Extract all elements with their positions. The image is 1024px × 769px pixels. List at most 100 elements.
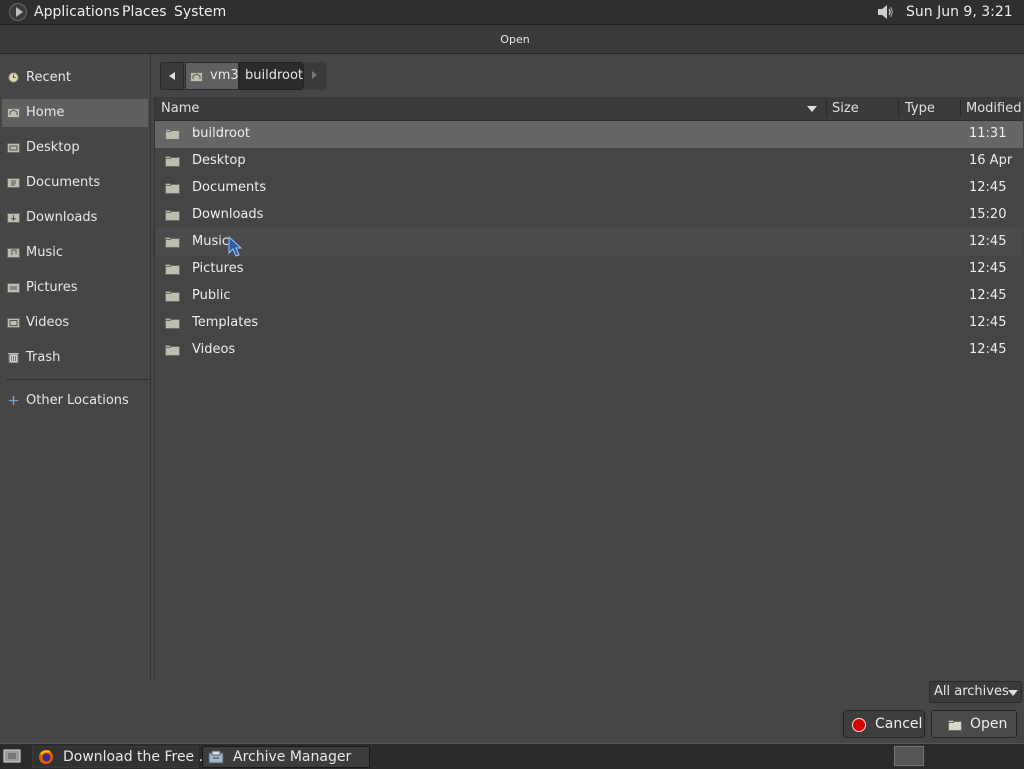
taskbar-item-archive-manager[interactable]: Archive Manager	[202, 746, 370, 768]
file-row[interactable]: Public 12:45	[155, 283, 1023, 310]
sidebar-item-recent[interactable]: Recent	[2, 64, 148, 92]
column-header: Name Size Type Modified	[155, 97, 1023, 121]
file-name: Downloads	[192, 207, 264, 222]
menu-places[interactable]: Places	[122, 0, 167, 24]
column-divider	[826, 100, 827, 117]
file-row[interactable]: Videos 12:45	[155, 337, 1023, 364]
folder-icon	[165, 129, 180, 140]
chevron-down-icon	[1008, 690, 1018, 696]
home-folder-icon	[7, 108, 20, 118]
file-row[interactable]: Documents 12:45	[155, 175, 1023, 202]
folder-icon	[7, 213, 20, 223]
pathbar-forward-button[interactable]	[304, 62, 326, 90]
file-row[interactable]: Templates 12:45	[155, 310, 1023, 337]
file-row[interactable]: Desktop 16 Apr	[155, 148, 1023, 175]
sidebar-item-label: Pictures	[26, 280, 78, 295]
folder-icon	[7, 283, 20, 293]
cancel-button[interactable]: Cancel	[843, 710, 925, 738]
file-modified: 12:45	[969, 180, 1007, 195]
sidebar-item-label: Desktop	[26, 140, 80, 155]
sidebar-item-downloads[interactable]: Downloads	[2, 204, 148, 232]
home-folder-icon	[190, 72, 203, 82]
sidebar-item-documents[interactable]: Documents	[2, 169, 148, 197]
sidebar-item-home[interactable]: Home	[2, 99, 148, 127]
file-row[interactable]: buildroot 11:31	[155, 121, 1023, 148]
sidebar-item-label: Recent	[26, 70, 71, 85]
file-name: Videos	[192, 342, 236, 357]
clock[interactable]: Sun Jun 9, 3:21 PM	[906, 0, 1024, 44]
sidebar-item-other-locations[interactable]: Other Locations	[2, 387, 148, 415]
sidebar-item-pictures[interactable]: Pictures	[2, 274, 148, 302]
breadcrumb-vm3[interactable]: vm3	[185, 62, 239, 90]
column-divider	[960, 100, 961, 117]
sort-descending-icon[interactable]	[807, 106, 817, 112]
taskbar-item-label: Archive Manager	[233, 749, 352, 765]
sidebar-item-trash[interactable]: Trash	[2, 344, 148, 372]
breadcrumb-buildroot[interactable]: buildroot	[239, 62, 304, 90]
open-button[interactable]: Open	[931, 710, 1017, 738]
file-name: Desktop	[192, 153, 246, 168]
file-row[interactable]: Pictures 12:45	[155, 256, 1023, 283]
volume-icon[interactable]	[876, 3, 894, 21]
sidebar-item-music[interactable]: Music	[2, 239, 148, 267]
taskbar-item-label: Download the Free ...	[63, 749, 212, 765]
file-modified: 16 Apr	[969, 153, 1013, 168]
file-row[interactable]: Music 12:45	[155, 229, 1023, 256]
show-desktop-icon[interactable]	[3, 749, 21, 763]
sidebar-item-label: Downloads	[26, 210, 98, 225]
folder-icon	[7, 143, 20, 153]
folder-open-icon	[948, 720, 962, 731]
file-name: Public	[192, 288, 231, 303]
file-modified: 12:45	[969, 315, 1007, 330]
taskbar-item-firefox[interactable]: Download the Free ...	[32, 746, 212, 768]
workspace-switcher-icon[interactable]	[894, 746, 924, 766]
cancel-icon	[852, 718, 866, 732]
sidebar-item-label: Music	[26, 245, 63, 260]
trash-icon	[8, 353, 19, 363]
top-panel: Applications Places System Sun Jun 9, 3:…	[0, 0, 1024, 44]
taskbar: Download the Free ... Archive Manager	[0, 743, 1024, 769]
breadcrumb-label: vm3	[210, 68, 239, 83]
sidebar-item-desktop[interactable]: Desktop	[2, 134, 148, 162]
open-label: Open	[970, 716, 1008, 732]
file-type-filter-select[interactable]: All archives	[929, 681, 1022, 703]
folder-icon	[7, 248, 20, 258]
file-row[interactable]: Downloads 15:20	[155, 202, 1023, 229]
column-type-header[interactable]: Type	[905, 97, 935, 120]
column-modified-header[interactable]: Modified	[966, 97, 1021, 120]
file-name: Documents	[192, 180, 267, 195]
folder-icon	[165, 291, 180, 302]
archive-manager-icon	[208, 750, 224, 764]
file-modified: 11:31	[969, 126, 1007, 141]
file-modified: 12:45	[969, 234, 1007, 249]
file-modified: 15:20	[969, 207, 1007, 222]
file-modified: 12:45	[969, 342, 1007, 357]
places-sidebar: Recent Home Desktop Documents Downloads …	[2, 54, 151, 679]
sidebar-item-label: Videos	[26, 315, 70, 330]
column-size-header[interactable]: Size	[832, 97, 859, 120]
folder-icon	[165, 345, 180, 356]
file-name: Music	[192, 234, 229, 249]
menu-applications[interactable]: Applications	[34, 0, 120, 24]
sidebar-item-videos[interactable]: Videos	[2, 309, 148, 337]
column-name-header[interactable]: Name	[161, 97, 199, 120]
breadcrumb-label: buildroot	[245, 68, 304, 83]
applications-logo-icon[interactable]	[9, 3, 27, 21]
file-name: Pictures	[192, 261, 244, 276]
folder-icon	[165, 156, 180, 167]
sidebar-item-label: Documents	[26, 175, 101, 190]
dialog-title: Open	[500, 33, 530, 46]
sidebar-item-label: Trash	[26, 350, 61, 365]
file-name: Templates	[192, 315, 259, 330]
sidebar-item-label: Home	[26, 105, 65, 120]
plus-icon	[8, 395, 19, 406]
folder-icon	[165, 318, 180, 329]
file-list[interactable]: Name Size Type Modified buildroot 11:31 De…	[154, 97, 1023, 679]
menu-system[interactable]: System	[174, 0, 226, 24]
sidebar-separator	[6, 379, 148, 380]
mouse-cursor-icon	[228, 236, 242, 257]
folder-icon	[165, 264, 180, 275]
folder-icon	[7, 318, 20, 328]
sidebar-item-label: Other Locations	[26, 393, 129, 408]
pathbar-back-button[interactable]	[160, 62, 184, 90]
